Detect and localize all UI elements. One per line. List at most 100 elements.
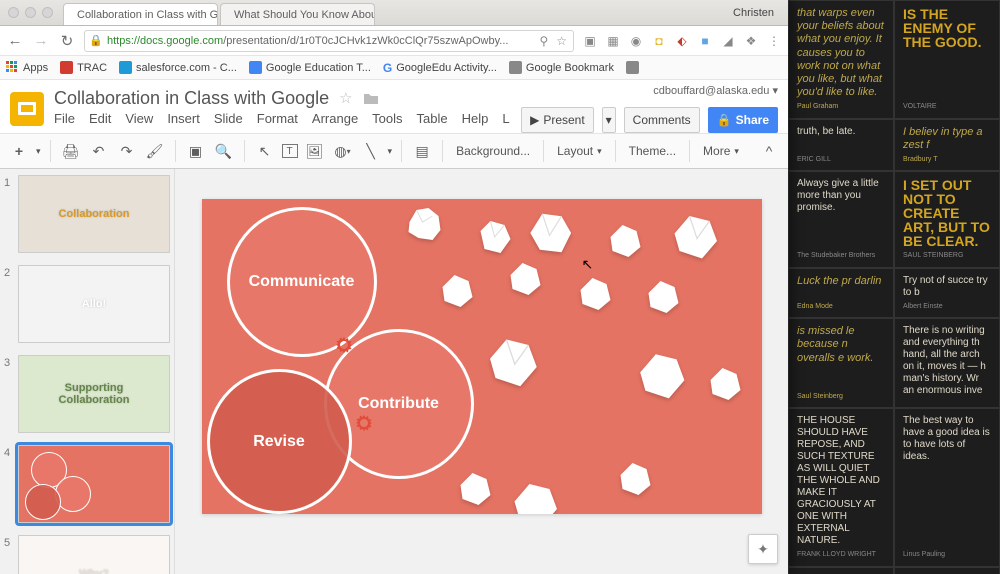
menu-table[interactable]: Table — [417, 111, 448, 126]
reload-icon[interactable]: ↻ — [58, 32, 76, 50]
venn-circle-communicate[interactable]: Communicate — [227, 207, 377, 357]
zoom-window-icon[interactable] — [42, 7, 53, 18]
select-tool-icon[interactable]: ↖ — [254, 140, 276, 162]
crumpled-paper-icon — [640, 277, 685, 317]
menu-bar: File Edit View Insert Slide Format Arrange Tool… — [54, 111, 521, 130]
move-to-folder-icon[interactable] — [363, 92, 379, 105]
bookmark-item[interactable] — [626, 61, 643, 74]
shape-icon[interactable]: ◍▾ — [332, 140, 354, 162]
print-icon[interactable]: 🖨 — [60, 140, 82, 162]
menu-arrange[interactable]: Arrange — [312, 111, 358, 126]
paint-format-icon[interactable]: 🖌 — [144, 140, 166, 162]
theme-button[interactable]: Theme... — [625, 144, 680, 158]
crumpled-paper-icon — [612, 459, 657, 499]
forward-icon: → — [32, 32, 50, 49]
chrome-profile-label[interactable]: Christen — [733, 7, 774, 19]
document-title[interactable]: Collaboration in Class with Google — [54, 88, 329, 109]
menu-tools[interactable]: Tools — [372, 111, 402, 126]
menu-slide[interactable]: Slide — [214, 111, 243, 126]
minimize-window-icon[interactable] — [25, 7, 36, 18]
back-icon[interactable]: ← — [6, 32, 24, 49]
ext-icon-6[interactable]: ◢ — [720, 33, 736, 49]
menu-format[interactable]: Format — [257, 111, 298, 126]
ext-icon-7[interactable]: ❖ — [743, 33, 759, 49]
collapse-toolbar-icon[interactable]: ^ — [758, 140, 780, 162]
layout-button[interactable]: Layout▾ — [553, 144, 606, 158]
tab-title: What Should You Know About — [234, 9, 375, 21]
menu-view[interactable]: View — [125, 111, 153, 126]
present-button[interactable]: ▶Present — [521, 107, 594, 133]
gear-icon — [354, 413, 374, 433]
share-button[interactable]: 🔒Share — [708, 107, 778, 133]
search-icon[interactable]: ⚲ — [539, 34, 548, 48]
image-icon[interactable]: 🖼 — [304, 140, 326, 162]
address-bar[interactable]: 🔒 https://docs.google.com/presentation/d… — [84, 30, 574, 52]
slides-filmstrip[interactable]: 1Collaboration 2Allo! 3Supporting Collabor… — [0, 169, 175, 574]
undo-icon[interactable]: ↶ — [88, 140, 110, 162]
ext-icon-2[interactable]: ◉ — [628, 33, 644, 49]
line-icon[interactable]: ╲ — [360, 140, 382, 162]
quote-author: ERIC GILL — [797, 156, 885, 164]
ext-icon-3[interactable]: ◘ — [651, 33, 667, 49]
bookmark-item[interactable]: TRAC — [60, 61, 107, 74]
active-slide[interactable]: Communicate Contribute Revise ↖ — [202, 199, 762, 514]
slides-logo-icon[interactable] — [10, 92, 44, 126]
slide-thumbnail-image — [18, 445, 170, 523]
venn-circle-revise[interactable]: Revise — [207, 369, 352, 514]
bookmark-item[interactable]: Google Education T... — [249, 61, 371, 74]
bookmark-item[interactable]: salesforce.com - C... — [119, 61, 237, 74]
quote-text: Always give a little more than you promi… — [797, 178, 885, 214]
redo-icon[interactable]: ↷ — [116, 140, 138, 162]
ext-icon-4[interactable]: ⬖ — [674, 33, 690, 49]
more-button[interactable]: More▾ — [699, 144, 743, 158]
mac-window-controls[interactable] — [8, 7, 53, 18]
slide-thumbnail[interactable]: 1Collaboration — [4, 175, 170, 253]
background-button[interactable]: Background... — [452, 144, 534, 158]
bookmark-item[interactable]: Google Bookmark — [509, 61, 614, 74]
slide-thumbnail[interactable]: 5Why? — [4, 535, 170, 574]
zoom-fit-icon[interactable]: ▣ — [185, 140, 207, 162]
crumpled-paper-icon — [472, 217, 517, 257]
new-slide-dropdown[interactable]: ▾ — [36, 146, 41, 157]
wallpaper-quote-card: I believ in type a zest fBradbury T — [894, 119, 1000, 172]
slide-thumbnail[interactable]: 2Allo! — [4, 265, 170, 343]
menu-help[interactable]: Help — [462, 111, 489, 126]
cast-icon[interactable]: ▣ — [582, 33, 598, 49]
menu-edit[interactable]: Edit — [89, 111, 111, 126]
slides-header: Collaboration in Class with Google ☆ Fil… — [0, 80, 788, 133]
quote-author: VOLTAIRE — [903, 103, 991, 111]
crumpled-paper-icon — [632, 349, 690, 401]
comment-icon[interactable]: ▤ — [411, 140, 433, 162]
bookmark-item[interactable]: GGoogleEdu Activity... — [383, 61, 497, 75]
browser-tab-strip: Collaboration in Class with Goo×What Sho… — [63, 0, 733, 25]
quote-text: The best way to have a good idea is to h… — [903, 415, 991, 463]
comments-button[interactable]: Comments — [624, 107, 700, 133]
bookmark-star-icon[interactable]: ☆ — [556, 34, 567, 48]
bookmark-favicon-icon — [626, 61, 639, 74]
menu-insert[interactable]: Insert — [167, 111, 200, 126]
star-document-icon[interactable]: ☆ — [339, 89, 352, 107]
apps-shortcut[interactable]: Apps — [6, 61, 48, 74]
close-window-icon[interactable] — [8, 7, 19, 18]
browser-tab[interactable]: Collaboration in Class with Goo× — [63, 3, 218, 25]
slide-thumbnail[interactable]: 4 — [4, 445, 170, 523]
chrome-menu-icon[interactable]: ⋮ — [766, 33, 782, 49]
slide-canvas-area[interactable]: Communicate Contribute Revise ↖ ✦ — [175, 169, 788, 574]
slide-thumbnail-image: Collaboration — [18, 175, 170, 253]
quote-author: Albert Einste — [903, 303, 991, 311]
textbox-icon[interactable]: T — [282, 144, 298, 158]
menu-l[interactable]: L — [502, 111, 509, 126]
present-dropdown[interactable]: ▾ — [602, 107, 616, 133]
ext-icon-5[interactable]: ■ — [697, 33, 713, 49]
wallpaper-quote-card: I SET OUT NOT TO CREATE ART, BUT TO BE C… — [894, 171, 1000, 267]
user-account-email[interactable]: cdbouffard@alaska.edu ▾ — [653, 84, 778, 97]
new-slide-icon[interactable]: + — [8, 140, 30, 162]
browser-tab[interactable]: What Should You Know About× — [220, 3, 375, 25]
explore-button[interactable]: ✦ — [748, 534, 778, 564]
ext-icon-1[interactable]: ▦ — [605, 33, 621, 49]
zoom-icon[interactable]: 🔍 — [213, 140, 235, 162]
line-dropdown[interactable]: ▾ — [388, 146, 393, 157]
circle-label: Contribute — [358, 395, 439, 413]
menu-file[interactable]: File — [54, 111, 75, 126]
slide-thumbnail[interactable]: 3Supporting Collaboration — [4, 355, 170, 433]
